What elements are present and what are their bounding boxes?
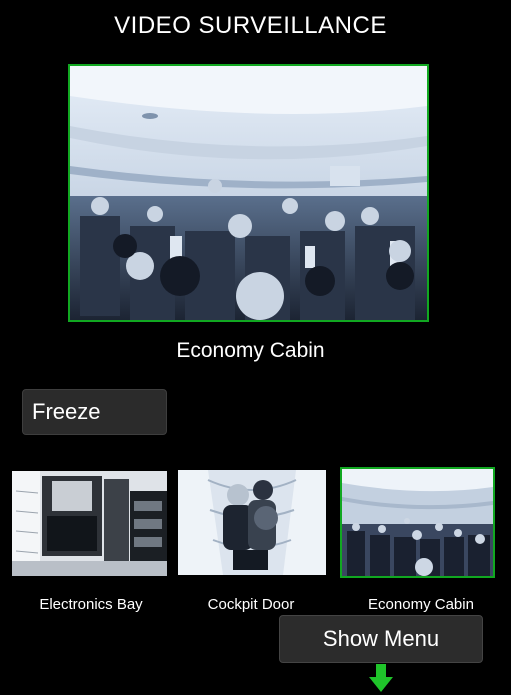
camera-label-cockpit-door: Cockpit Door xyxy=(207,596,295,613)
camera-thumbnail-economy-cabin[interactable] xyxy=(340,467,495,578)
electronics-bay-feed-image xyxy=(12,471,167,576)
main-view-caption: Economy Cabin xyxy=(176,339,325,362)
page-title: VIDEO SURVEILLANCE xyxy=(114,12,387,39)
camera-label-economy-cabin: Economy Cabin xyxy=(368,596,474,613)
camera-thumbnail-electronics-bay[interactable] xyxy=(12,471,167,576)
camera-label-electronics-bay: Electronics Bay xyxy=(39,596,143,613)
cockpit-door-feed-image xyxy=(178,470,326,575)
main-camera-view xyxy=(68,64,429,322)
show-menu-button[interactable]: Show Menu xyxy=(279,615,483,663)
economy-cabin-thumbnail-image xyxy=(342,469,493,576)
economy-cabin-feed-image xyxy=(70,66,427,320)
camera-thumbnail-cockpit-door[interactable] xyxy=(178,470,326,575)
freeze-button[interactable]: Freeze xyxy=(22,389,167,435)
down-arrow-icon[interactable] xyxy=(369,664,393,692)
